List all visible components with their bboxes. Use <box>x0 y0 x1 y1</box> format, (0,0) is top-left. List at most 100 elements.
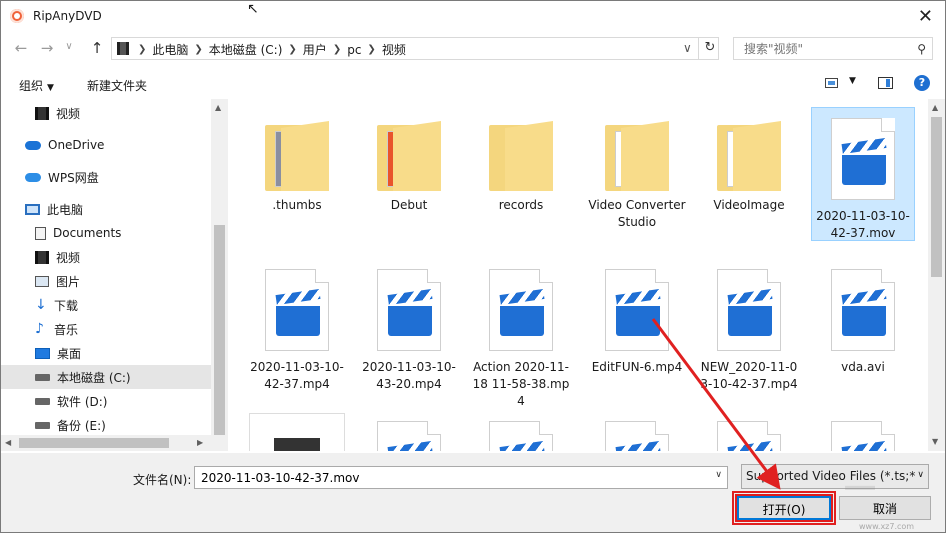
filename-input[interactable] <box>199 470 703 486</box>
scroll-up-arrow[interactable]: ▲ <box>215 103 221 112</box>
document-icon <box>35 226 46 240</box>
chevron-down-icon[interactable]: ∨ <box>715 470 722 480</box>
scrollbar-thumb[interactable] <box>19 438 169 448</box>
sidebar-vertical-scrollbar[interactable]: ▲ <box>211 99 228 451</box>
search-input[interactable] <box>742 41 906 57</box>
video-file-icon <box>831 421 895 451</box>
video-file-icon <box>489 269 553 351</box>
video-thumbnail-icon <box>274 438 320 451</box>
file-item[interactable] <box>811 413 915 451</box>
file-item[interactable] <box>697 413 801 451</box>
picture-icon <box>35 275 49 287</box>
wps-cloud-icon <box>25 172 41 182</box>
help-icon[interactable]: ? <box>914 75 930 91</box>
filename-label: 文件名(N): <box>133 473 192 487</box>
sidebar-item-label: 软件 (D:) <box>57 394 108 409</box>
file-item[interactable]: 2020-11-03-10-43-20.mp4 <box>357 259 461 393</box>
video-file-icon <box>489 421 553 451</box>
sidebar-item-local-disk-c[interactable]: 本地磁盘 (C:) <box>1 365 211 389</box>
folder-item[interactable]: VideoImage <box>697 107 801 214</box>
scroll-up-arrow[interactable]: ▲ <box>932 103 938 112</box>
sidebar-item-pictures[interactable]: 图片 <box>1 269 211 293</box>
sidebar-item-label: OneDrive <box>48 138 105 152</box>
mouse-cursor-icon: ↖ <box>247 1 259 17</box>
view-mode-icon[interactable] <box>825 78 838 88</box>
scroll-left-arrow[interactable]: ◀ <box>5 438 11 447</box>
folder-item[interactable]: records <box>469 107 573 214</box>
sidebar-item-drive-d[interactable]: 软件 (D:) <box>1 389 211 413</box>
address-history-dropdown[interactable]: ∨ <box>683 41 692 55</box>
folder-item[interactable]: .thumbs <box>245 107 349 214</box>
address-bar[interactable]: ❯ 此电脑 ❯ 本地磁盘 (C:) ❯ 用户 ❯ pc ❯ 视频 <box>111 37 719 60</box>
sidebar-item-label: 桌面 <box>57 346 82 361</box>
sidebar-item-onedrive[interactable]: OneDrive <box>1 133 211 157</box>
video-file-icon <box>831 118 895 200</box>
sidebar-item-videos-quick[interactable]: 视频 <box>1 101 211 125</box>
cloud-icon <box>25 140 41 150</box>
cancel-button[interactable]: 取消 <box>839 496 931 520</box>
breadcrumb-local-disk-c[interactable]: 本地磁盘 (C:) <box>203 41 289 58</box>
new-folder-button[interactable]: 新建文件夹 <box>87 77 147 94</box>
file-item[interactable] <box>469 413 573 451</box>
filename-field[interactable]: ∨ <box>194 466 728 489</box>
breadcrumb-users[interactable]: 用户 <box>297 41 333 58</box>
up-button[interactable]: ↑ <box>87 39 107 57</box>
forward-button[interactable]: → <box>37 39 57 57</box>
video-file-icon <box>377 421 441 451</box>
back-button[interactable]: ← <box>11 39 31 57</box>
file-item[interactable]: Action 2020-11-18 11-58-38.mp4 <box>469 259 573 410</box>
breadcrumb-this-pc[interactable]: 此电脑 <box>146 41 194 58</box>
sidebar-item-videos[interactable]: 视频 <box>1 245 211 269</box>
file-item[interactable] <box>357 413 461 451</box>
video-file-icon <box>831 269 895 351</box>
sidebar-item-documents[interactable]: Documents <box>1 221 211 245</box>
scroll-right-arrow[interactable]: ▶ <box>197 438 203 447</box>
video-file-icon <box>717 269 781 351</box>
video-icon <box>35 106 49 120</box>
sidebar-item-label: 此电脑 <box>47 202 84 217</box>
search-icon: ⚲ <box>917 42 926 56</box>
chevron-right-icon: ❯ <box>367 44 376 55</box>
sidebar-item-music[interactable]: ♪ 音乐 <box>1 317 211 341</box>
sidebar-item-label: 音乐 <box>54 322 79 337</box>
content-vertical-scrollbar[interactable]: ▲ ▼ <box>928 99 945 451</box>
organize-menu[interactable]: 组织 ▼ <box>19 77 54 94</box>
scrollbar-thumb[interactable] <box>214 225 225 435</box>
file-item[interactable] <box>249 413 345 451</box>
file-open-dialog: RipAnyDVD ✕ ↖ ← → ∨ ↑ ❯ 此电脑 ❯ 本地磁盘 (C:) … <box>0 0 946 533</box>
sidebar-item-label: 备份 (E:) <box>57 418 106 433</box>
preview-pane-icon[interactable] <box>878 77 893 89</box>
sidebar-item-drive-e[interactable]: 备份 (E:) <box>1 413 211 437</box>
file-list-view: .thumbs Debut records Video Converter St… <box>229 99 929 451</box>
recent-locations-dropdown[interactable]: ∨ <box>59 41 79 52</box>
sidebar-item-downloads[interactable]: ↓ 下载 <box>1 293 211 317</box>
folder-item[interactable]: Debut <box>357 107 461 214</box>
sidebar-item-wps[interactable]: WPS网盘 <box>1 165 211 189</box>
file-item-selected[interactable]: 2020-11-03-10-42-37.mov <box>811 107 915 241</box>
file-item[interactable]: 2020-11-03-10-42-37.mp4 <box>245 259 349 393</box>
refresh-button[interactable]: ↻ <box>698 37 721 60</box>
video-file-icon <box>605 269 669 351</box>
sidebar-item-desktop[interactable]: 桌面 <box>1 341 211 365</box>
video-icon <box>35 250 49 264</box>
scrollbar-thumb[interactable] <box>931 117 942 277</box>
file-type-select[interactable]: Supported Video Files (*.ts;* ∨ <box>741 464 929 489</box>
scroll-down-arrow[interactable]: ▼ <box>932 437 938 446</box>
desktop-icon <box>35 347 50 359</box>
view-mode-dropdown[interactable]: ▼ <box>849 76 856 86</box>
file-item[interactable]: NEW_2020-11-03-10-42-37.mp4 <box>697 259 801 393</box>
close-button[interactable]: ✕ <box>918 6 933 27</box>
sidebar-item-this-pc[interactable]: 此电脑 <box>1 197 211 221</box>
file-item[interactable] <box>585 413 689 451</box>
breadcrumb-pc[interactable]: pc <box>341 43 367 57</box>
search-box[interactable]: ⚲ <box>733 37 933 60</box>
file-item[interactable]: vda.avi <box>811 259 915 376</box>
video-folder-icon <box>117 42 129 55</box>
breadcrumb-videos[interactable]: 视频 <box>376 41 412 58</box>
sidebar-horizontal-scrollbar[interactable]: ◀ ▶ <box>1 435 211 451</box>
chevron-right-icon: ❯ <box>138 44 147 55</box>
watermark-url: www.xz7.com <box>859 522 915 531</box>
download-icon: ↓ <box>35 296 47 313</box>
folder-item[interactable]: Video Converter Studio <box>585 107 689 231</box>
file-item[interactable]: EditFUN-6.mp4 <box>585 259 689 376</box>
